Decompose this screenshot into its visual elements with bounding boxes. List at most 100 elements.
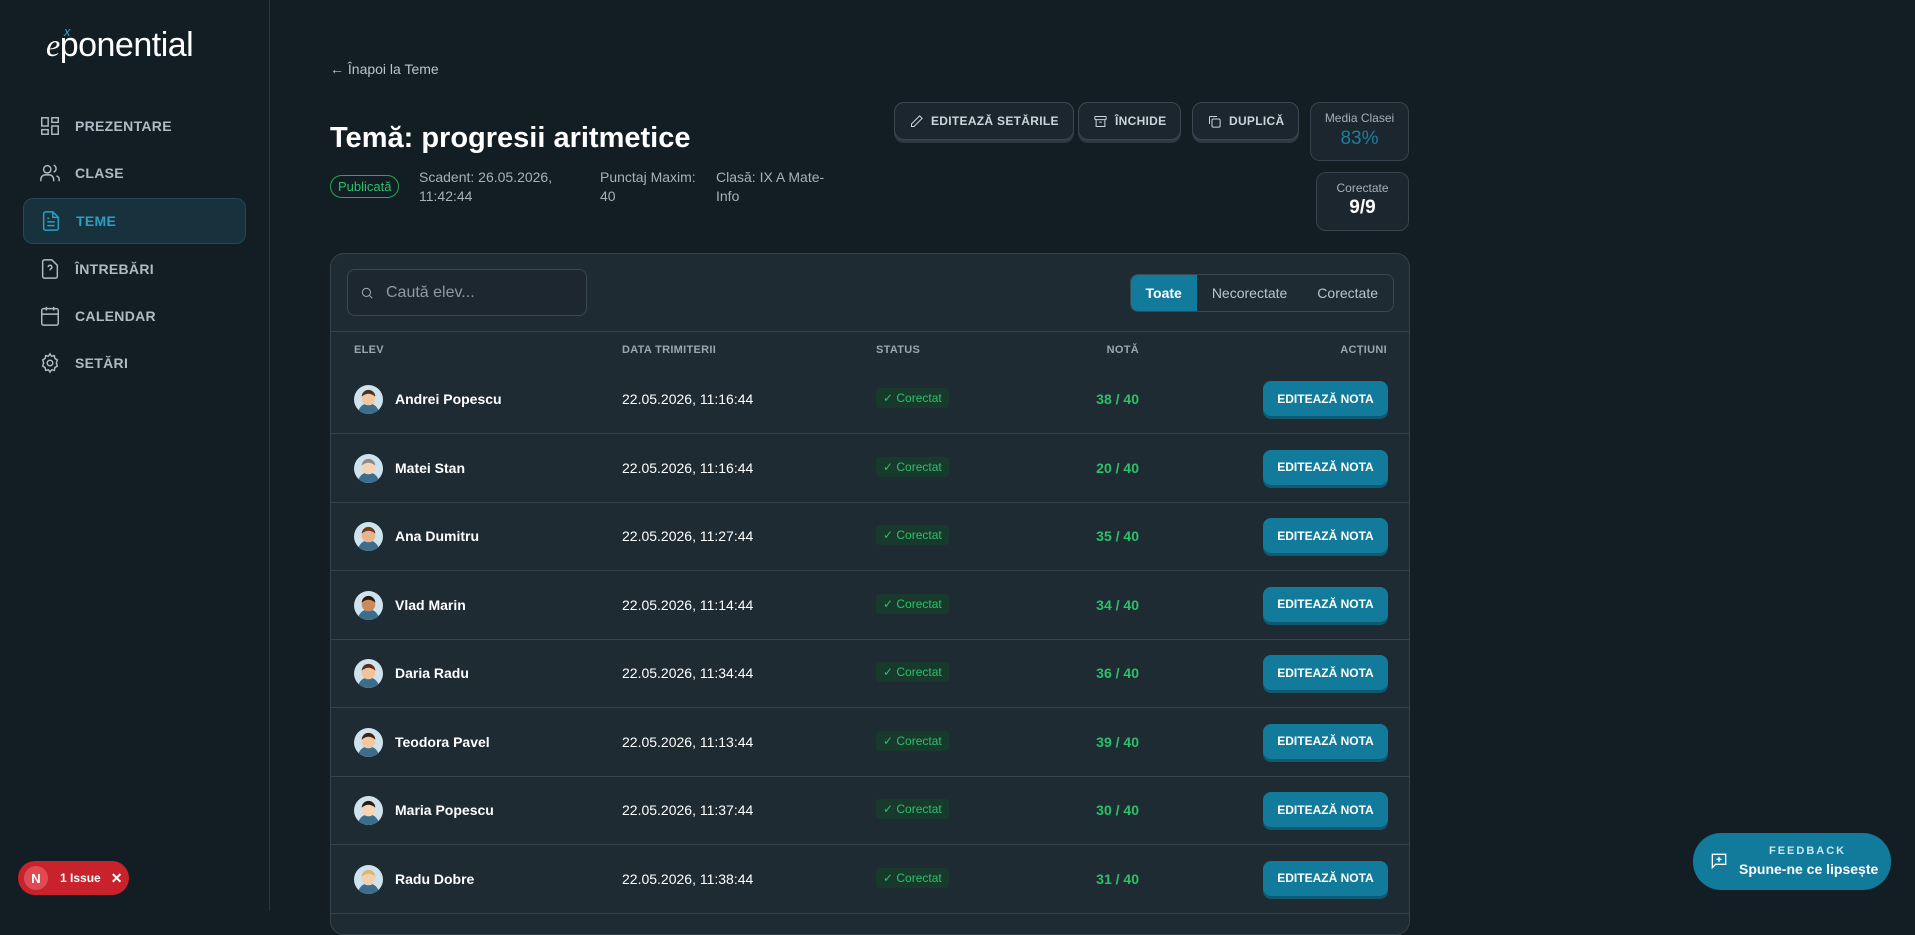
issues-label: 1 Issue: [60, 871, 101, 885]
logo-text: ponential: [59, 26, 194, 64]
column-header-status: STATUS: [876, 344, 921, 356]
class-average-value: 83%: [1340, 128, 1379, 149]
column-header-grade: NOTĂ: [1106, 344, 1139, 356]
gear-icon: [41, 352, 59, 374]
check-icon: ✓: [883, 391, 897, 405]
student-name: Vlad Marin: [395, 596, 466, 613]
dashboard-icon: [41, 117, 59, 135]
table-divider: [331, 331, 1409, 332]
max-score-line: 40: [600, 188, 616, 204]
status-badge: Publicată: [330, 175, 400, 198]
sidebar-item-label: CALENDAR: [75, 308, 156, 324]
edit-settings-label: EDITEAZĂ SETĂRILE: [931, 114, 1059, 128]
sidebar-item-label: TEME: [76, 213, 117, 229]
sidebar-item-label: SETĂRI: [75, 355, 129, 371]
check-icon: ✓: [883, 528, 897, 542]
sidebar-item-prezentare[interactable]: PREZENTARE: [23, 104, 246, 148]
edit-grade-button[interactable]: EDITEAZĂ NOTA: [1263, 449, 1388, 485]
max-score-line: Punctaj Maxim:: [600, 169, 696, 185]
submission-date: 22.05.2026, 11:27:44: [622, 528, 754, 544]
grade-value: 30 / 40: [1096, 802, 1139, 818]
grade-value: 31 / 40: [1096, 870, 1139, 887]
tab-corectate[interactable]: Corectate: [1302, 275, 1393, 311]
calendar-icon: [41, 306, 59, 326]
avatar: [354, 727, 383, 757]
tab-necorectate[interactable]: Necorectate: [1197, 275, 1302, 311]
table-row: Vlad Marin 22.05.2026, 11:14:44 ✓ Corectat…: [331, 571, 1409, 640]
avatar: [354, 522, 383, 551]
close-icon[interactable]: ✕: [111, 870, 123, 887]
document-icon: [42, 211, 60, 231]
avatar: [354, 453, 383, 483]
edit-grade-button[interactable]: EDITEAZĂ NOTA: [1263, 586, 1388, 622]
close-label: ÎNCHIDE: [1115, 114, 1167, 128]
logo-x: x: [64, 24, 71, 39]
nextjs-icon: N: [24, 866, 48, 890]
student-name: Maria Popescu: [395, 802, 494, 818]
pencil-icon: [911, 114, 923, 127]
sidebar-item-intrebari[interactable]: ÎNTREBĂRI: [23, 247, 246, 291]
check-icon: ✓: [883, 459, 897, 474]
column-header-student: ELEV: [354, 344, 384, 356]
back-link[interactable]: ← Înapoi la Teme: [330, 61, 439, 77]
filter-tabs: Toate Necorectate Corectate: [1129, 274, 1394, 312]
submissions-table: Caută elev... Toate Necorectate Corectat…: [330, 253, 1410, 935]
edit-grade-button[interactable]: EDITEAZĂ NOTA: [1263, 381, 1388, 416]
tab-toate[interactable]: Toate: [1130, 275, 1197, 311]
status-badge: ✓ Corectat: [876, 799, 949, 819]
avatar: [354, 659, 383, 688]
edit-settings-button[interactable]: EDITEAZĂ SETĂRILE: [894, 102, 1074, 140]
grade-value: 39 / 40: [1096, 733, 1139, 750]
table-row: Ana Dumitru 22.05.2026, 11:27:44 ✓ Corecta…: [331, 502, 1409, 571]
status-label: Corectat: [896, 391, 942, 405]
edit-grade-button[interactable]: EDITEAZĂ NOTA: [1263, 860, 1388, 896]
table-row: Radu Dobre 22.05.2026, 11:38:44 ✓ Corectat…: [331, 845, 1409, 914]
archive-icon: [1094, 115, 1107, 127]
due-date-line: 11:42:44: [419, 188, 473, 204]
check-icon: ✓: [883, 596, 897, 611]
duplicate-button[interactable]: DUPLICĂ: [1192, 102, 1300, 140]
submission-date: 22.05.2026, 11:34:44: [622, 665, 754, 681]
status-label: Corectat: [896, 733, 942, 748]
sidebar-item-setari[interactable]: SETĂRI: [23, 341, 246, 385]
status-badge: ✓ Corectat: [876, 730, 949, 751]
edit-grade-button[interactable]: EDITEAZĂ NOTA: [1263, 792, 1388, 827]
edit-grade-button[interactable]: EDITEAZĂ NOTA: [1263, 655, 1388, 690]
grade-value: 38 / 40: [1096, 391, 1139, 407]
users-icon: [40, 164, 60, 182]
feedback-button[interactable]: FEEDBACK Spune-ne ce lipsește: [1693, 833, 1891, 890]
graded-count-stat: Corectate 9/9: [1316, 172, 1409, 231]
student-name: Radu Dobre: [395, 870, 475, 887]
avatar: [354, 385, 383, 414]
class-info-line: Info: [716, 188, 740, 204]
edit-grade-button[interactable]: EDITEAZĂ NOTA: [1263, 518, 1388, 553]
search-input[interactable]: Caută elev...: [347, 269, 587, 316]
status-badge: ✓ Corectat: [876, 593, 949, 614]
class-average-stat: Media Clasei 83%: [1310, 102, 1409, 161]
edit-grade-button[interactable]: EDITEAZĂ NOTA: [1263, 723, 1388, 759]
grade-value: 36 / 40: [1096, 665, 1139, 681]
submission-date: 22.05.2026, 11:16:44: [622, 459, 754, 476]
sidebar-item-clase[interactable]: CLASE: [23, 151, 246, 195]
sidebar-item-calendar[interactable]: CALENDAR: [23, 294, 246, 338]
status-label: Corectat: [896, 665, 942, 679]
avatar: [354, 864, 383, 894]
max-score: Punctaj Maxim: 40: [600, 168, 696, 206]
student-name: Daria Radu: [395, 665, 469, 681]
check-icon: ✓: [883, 870, 897, 885]
logo-e: e: [46, 27, 60, 63]
sidebar-item-teme[interactable]: TEME: [23, 198, 246, 244]
submission-date: 22.05.2026, 11:14:44: [622, 596, 754, 613]
close-button[interactable]: ÎNCHIDE: [1078, 102, 1182, 140]
table-row: Andrei Popescu 22.05.2026, 11:16:44 ✓ Core…: [331, 365, 1409, 434]
duplicate-label: DUPLICĂ: [1229, 114, 1285, 128]
issues-badge[interactable]: N 1 Issue ✕: [18, 861, 129, 895]
submission-date: 22.05.2026, 11:38:44: [622, 870, 754, 887]
graded-count-label: Corectate: [1336, 181, 1389, 195]
grade-value: 34 / 40: [1096, 596, 1139, 613]
status-label: Corectat: [896, 459, 942, 474]
student-name: Andrei Popescu: [395, 391, 502, 407]
app-logo[interactable]: e x ponential: [46, 24, 194, 65]
due-date-line: Scadent: 26.05.2026,: [419, 169, 553, 185]
check-icon: ✓: [883, 733, 897, 748]
